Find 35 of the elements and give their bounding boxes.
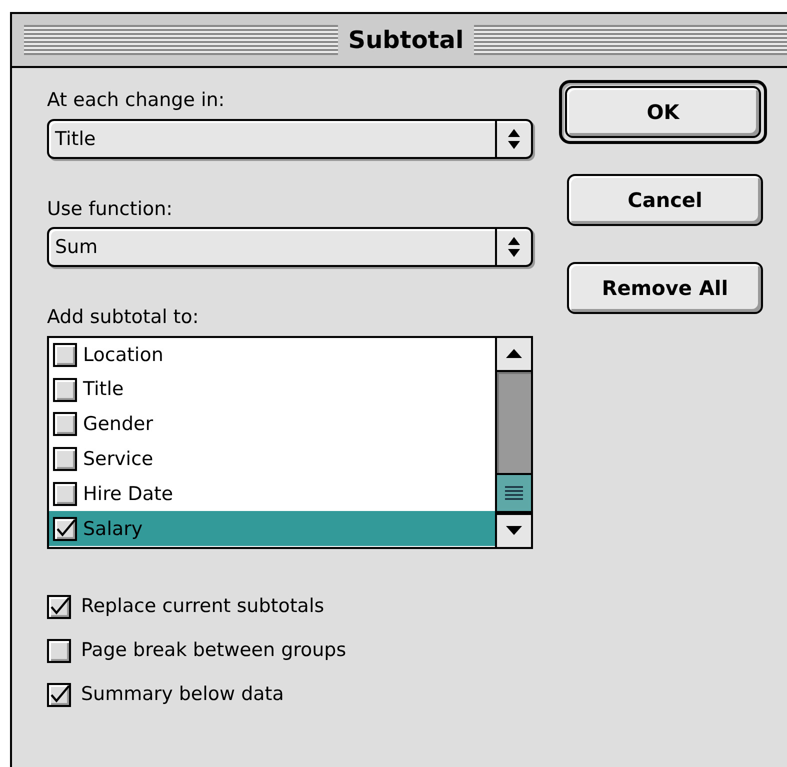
list-item[interactable]: Salary <box>49 511 495 546</box>
up-down-arrows-icon <box>507 128 521 150</box>
scroll-thumb[interactable] <box>497 472 531 512</box>
scroll-down-button[interactable] <box>497 512 531 546</box>
field-label: Use function: <box>47 196 174 222</box>
up-arrow-icon <box>506 349 522 358</box>
scroll-up-button[interactable] <box>497 338 531 372</box>
field-label: At each change in: <box>47 88 226 113</box>
down-arrow-icon <box>506 526 522 535</box>
checkbox[interactable] <box>47 594 71 618</box>
grip-lines-icon <box>505 486 523 500</box>
checkbox[interactable] <box>53 516 77 541</box>
list-item[interactable]: Gender <box>49 407 495 442</box>
checkbox[interactable] <box>53 447 77 472</box>
checkbox[interactable] <box>47 638 71 662</box>
up-down-arrows-icon <box>507 236 521 258</box>
checkbox-label: Summary below data <box>81 682 284 708</box>
window-title: Subtotal <box>347 25 465 56</box>
list-item[interactable]: Location <box>49 338 495 372</box>
checkbox[interactable] <box>53 412 77 436</box>
popup-menu[interactable]: Sum <box>47 227 533 267</box>
list-label: Add subtotal to: <box>47 305 200 330</box>
checkbox-label: Replace current subtotals <box>81 594 324 620</box>
list-item[interactable]: Hire Date <box>49 476 495 512</box>
dialog-button[interactable]: Remove All <box>567 262 763 314</box>
checkbox[interactable] <box>53 482 77 506</box>
checkbox[interactable] <box>47 682 71 706</box>
popup-menu[interactable]: Title <box>47 118 533 158</box>
list-item[interactable]: Title <box>49 372 495 408</box>
checkbox[interactable] <box>53 378 77 402</box>
checkbox-label: Page break between groups <box>81 638 346 664</box>
checkbox[interactable] <box>53 342 77 367</box>
dialog-button[interactable]: OK <box>565 86 761 138</box>
list-item[interactable]: Service <box>49 442 495 477</box>
dialog-button[interactable]: Cancel <box>567 174 763 226</box>
